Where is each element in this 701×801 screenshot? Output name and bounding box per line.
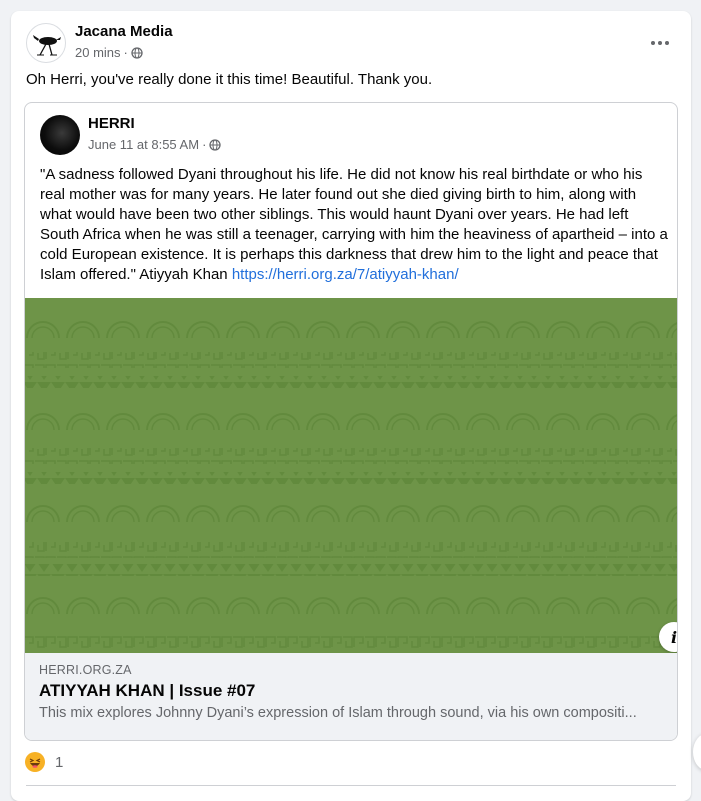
reaction-count[interactable]: 1 <box>55 754 63 771</box>
link-title[interactable]: ATIYYAH KHAN | Issue #07 <box>39 681 255 701</box>
herri-link[interactable]: https://herri.org.za/7/atiyyah-khan/ <box>232 266 459 283</box>
post-timestamp[interactable]: 20 mins <box>75 45 121 60</box>
post-meta: 20 mins · <box>75 45 143 60</box>
globe-icon[interactable] <box>131 46 143 59</box>
link-preview-image[interactable]: i <box>25 298 677 653</box>
post-card: Jacana Media 20 mins · Oh Herri, you've … <box>11 11 691 801</box>
laughing-face-icon <box>25 752 45 772</box>
more-options-dot <box>658 41 662 45</box>
link-description: This mix explores Johnny Dyani’s express… <box>39 705 637 721</box>
herri-avatar[interactable] <box>40 115 80 155</box>
reactions-bar[interactable]: 1 <box>25 752 63 772</box>
shared-quote: "A sadness followed Dyani throughout his… <box>40 165 670 285</box>
post-header: Jacana Media 20 mins · <box>26 23 676 63</box>
divider <box>26 785 676 786</box>
link-preview-footer[interactable]: HERRI.ORG.ZA ATIYYAH KHAN | Issue #07 Th… <box>25 653 677 740</box>
jacana-bird-logo-icon <box>33 35 61 56</box>
meta-separator: · <box>123 45 128 60</box>
meta-separator: · <box>202 137 207 152</box>
more-options-button[interactable] <box>642 31 678 55</box>
post-text: Oh Herri, you've really done it this tim… <box>26 71 433 88</box>
more-options-icon <box>651 41 655 45</box>
globe-icon[interactable] <box>209 138 222 151</box>
haha-reaction-icon <box>25 752 45 772</box>
shared-timestamp[interactable]: June 11 at 8:55 AM <box>88 137 199 152</box>
shared-author-name[interactable]: HERRI <box>88 115 135 132</box>
more-options-dot <box>665 41 669 45</box>
link-domain: HERRI.ORG.ZA <box>39 663 132 677</box>
shared-post[interactable]: HERRI June 11 at 8:55 AM · "A sadness fo… <box>24 102 678 741</box>
floating-action-button[interactable] <box>693 733 701 771</box>
post-author-name[interactable]: Jacana Media <box>75 23 173 40</box>
pattern-graphic <box>25 298 677 653</box>
jacana-media-avatar[interactable] <box>26 23 66 63</box>
shared-meta: June 11 at 8:55 AM · <box>88 137 222 152</box>
